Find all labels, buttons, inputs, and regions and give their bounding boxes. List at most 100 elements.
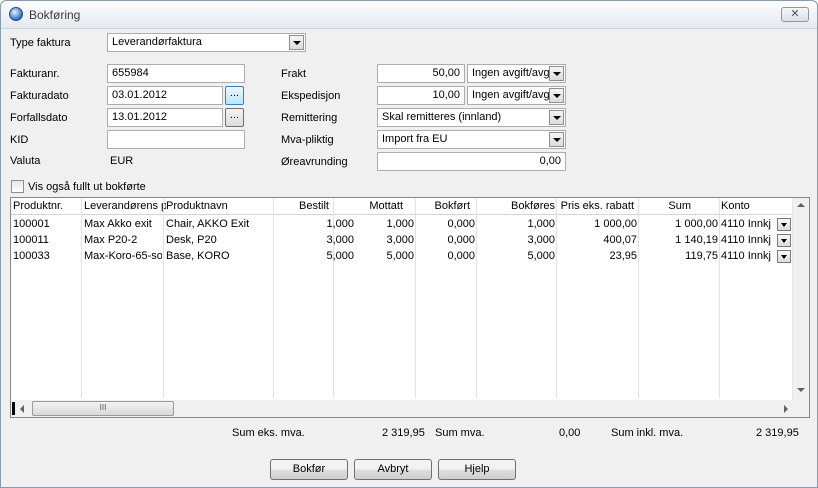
rounding-label: Øreavrunding (281, 156, 348, 168)
invoice-no-label: Fakturanr. (10, 68, 60, 80)
remit-select[interactable]: Skal remitteres (innland) (377, 108, 566, 127)
col-header-received[interactable]: Mottatt (336, 200, 403, 212)
account-dropdown-icon[interactable] (777, 234, 791, 247)
scroll-left-icon[interactable] (20, 405, 24, 413)
col-header-supplier-product[interactable]: Leverandørens p (84, 200, 166, 212)
due-date-picker-button[interactable]: ... (225, 108, 244, 127)
cell-product-name: Chair, AKKO Exit (166, 218, 250, 230)
col-header-ordered[interactable]: Bestilt (275, 200, 329, 212)
app-icon (9, 7, 23, 21)
sum-vat-label: Sum mva. (435, 427, 485, 439)
chevron-down-icon[interactable] (549, 110, 564, 125)
invoice-date-picker-button[interactable]: ... (225, 86, 244, 105)
col-header-product-name[interactable]: Produktnavn (166, 200, 272, 212)
col-header-posted[interactable]: Bokført (416, 200, 470, 212)
scroll-down-icon[interactable] (797, 388, 805, 392)
col-header-account[interactable]: Konto (721, 200, 781, 212)
chevron-down-icon[interactable] (549, 88, 564, 103)
expedition-field[interactable]: 10,00 (377, 86, 465, 105)
expedition-vat-select[interactable]: Ingen avgift/avg (467, 86, 566, 105)
close-icon: ✕ (790, 8, 800, 20)
cell-price: 23,95 (609, 250, 637, 262)
close-button[interactable]: ✕ (781, 7, 809, 22)
cell-received: 3,000 (386, 234, 414, 246)
invoice-date-label: Fakturadato (10, 90, 69, 102)
cell-posted: 0,000 (447, 250, 475, 262)
scroll-thumb[interactable]: III (32, 401, 174, 416)
grid-header: Produktnr. Leverandørens p Produktnavn B… (11, 198, 793, 215)
type-label: Type faktura (10, 37, 71, 49)
rounding-field[interactable]: 0,00 (377, 152, 566, 171)
cell-supplier-product: Max P20-2 (84, 234, 138, 246)
cell-received: 1,000 (386, 218, 414, 230)
chevron-down-icon[interactable] (549, 66, 564, 81)
cell-supplier-product: Max Akko exit (84, 218, 152, 230)
vat-label: Mva-pliktig (281, 134, 334, 146)
type-select[interactable]: Leverandørfaktura (107, 33, 306, 52)
chevron-down-icon[interactable] (549, 132, 564, 147)
sum-inc-vat-label: Sum inkl. mva. (611, 427, 684, 439)
cell-to-post[interactable]: 3,000 (477, 234, 555, 246)
due-date-field[interactable]: 13.01.2012 (107, 108, 223, 127)
currency-value: EUR (110, 155, 134, 167)
invoice-date-field[interactable]: 03.01.2012 (107, 86, 223, 105)
window-title: Bokføring (29, 8, 81, 22)
currency-label: Valuta (10, 155, 41, 167)
table-row[interactable]: 100011 Max P20-2 Desk, P20 3,000 3,000 0… (11, 233, 793, 248)
cell-price: 400,07 (603, 234, 637, 246)
cell-account[interactable]: 4110 Innkj (721, 234, 777, 246)
scroll-right-icon[interactable] (784, 405, 788, 413)
vat-select[interactable]: Import fra EU (377, 130, 566, 149)
cancel-button[interactable]: Avbryt (354, 459, 432, 480)
product-grid[interactable]: Produktnr. Leverandørens p Produktnavn B… (10, 197, 810, 418)
sum-vat-value: 0,00 (559, 427, 581, 439)
col-header-product-no[interactable]: Produktnr. (13, 200, 81, 212)
cell-received: 5,000 (386, 250, 414, 262)
expedition-label: Ekspedisjon (281, 90, 341, 102)
cell-to-post[interactable]: 5,000 (477, 250, 555, 262)
cell-sum: 1 000,00 (675, 218, 718, 230)
freight-label: Frakt (281, 68, 307, 80)
cell-sum: 1 140,19 (675, 234, 718, 246)
remit-label: Remittering (281, 112, 338, 124)
horizontal-scrollbar[interactable]: III (11, 400, 809, 417)
freight-vat-select[interactable]: Ingen avgift/avg (467, 64, 566, 83)
table-row[interactable]: 100033 Max-Koro-65-so Base, KORO 5,000 5… (11, 249, 793, 264)
cell-price: 1 000,00 (594, 218, 637, 230)
vertical-scrollbar[interactable] (792, 198, 809, 400)
chevron-down-icon[interactable] (289, 35, 304, 50)
col-header-price[interactable]: Pris eks. rabatt (558, 200, 634, 212)
freight-vat-value: Ingen avgift/avg (472, 67, 550, 79)
sum-ex-vat-value: 2 319,95 (382, 427, 425, 439)
kid-field[interactable] (107, 130, 245, 149)
post-button[interactable]: Bokfør (270, 459, 348, 480)
cell-account[interactable]: 4110 Innkj (721, 218, 777, 230)
due-date-label: Forfallsdato (10, 112, 68, 124)
col-header-to-post[interactable]: Bokføres (477, 200, 555, 212)
kid-label: KID (10, 134, 29, 146)
cell-product-name: Base, KORO (166, 250, 230, 262)
cell-posted: 0,000 (447, 218, 475, 230)
scroll-up-icon[interactable] (797, 203, 805, 207)
cell-product-no: 100001 (13, 218, 50, 230)
show-all-checkbox[interactable] (11, 180, 24, 193)
sum-ex-vat-label: Sum eks. mva. (232, 427, 305, 439)
table-row[interactable]: 100001 Max Akko exit Chair, AKKO Exit 1,… (11, 217, 793, 232)
title-bar: Bokføring ✕ (1, 1, 817, 29)
show-all-label: Vis også fullt ut bokførte (28, 181, 146, 193)
remit-value: Skal remitteres (innland) (382, 111, 502, 123)
cell-sum: 119,75 (685, 250, 718, 262)
sum-inc-vat-value: 2 319,95 (756, 427, 799, 439)
col-header-sum[interactable]: Sum (641, 200, 691, 212)
cell-product-no: 100033 (13, 250, 50, 262)
cell-supplier-product: Max-Koro-65-so (84, 250, 162, 262)
account-dropdown-icon[interactable] (777, 218, 791, 231)
help-button[interactable]: Hjelp (438, 459, 516, 480)
cell-account[interactable]: 4110 Innkj (721, 250, 777, 262)
freight-field[interactable]: 50,00 (377, 64, 465, 83)
invoice-no-field[interactable]: 655984 (107, 64, 245, 83)
account-dropdown-icon[interactable] (777, 250, 791, 263)
cell-product-name: Desk, P20 (166, 234, 217, 246)
type-value: Leverandørfaktura (112, 36, 202, 48)
cell-to-post[interactable]: 1,000 (477, 218, 555, 230)
